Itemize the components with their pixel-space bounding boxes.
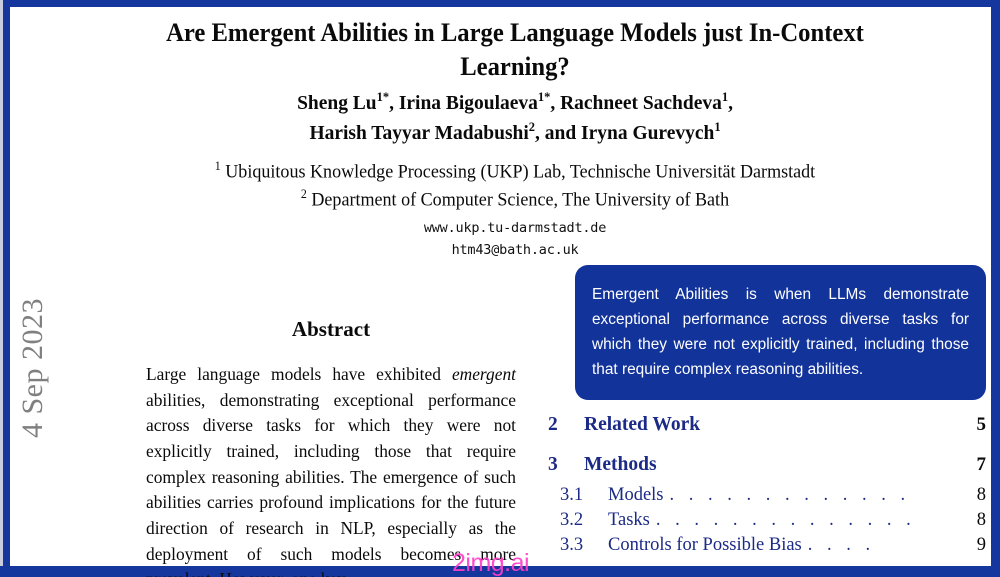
toc-entry-tasks[interactable]: 3.2 Tasks . . . . . . . . . . . . . . 8 [548,510,986,531]
toc-number: 3.2 [560,510,584,530]
author-list: Sheng Lu1*, Irina Bigoulaeva1*, Rachneet… [140,88,891,148]
author-rachneet-sachdeva: , Rachneet Sachdeva [550,91,722,114]
toc-spacer [548,445,986,454]
contact-block: www.ukp.tu-darmstadt.de htm43@bath.ac.uk [120,218,910,262]
frame-right-border [991,0,1000,577]
toc-dot-leader: . . . . . . . . . . . . . . [655,510,916,530]
abstract-heading: Abstract [291,317,371,341]
author-irina-bigoulaeva: , Irina Bigoulaeva [389,91,538,114]
paper-page: 4 Sep 2023 Are Emergent Abilities in Lar… [0,0,1000,577]
emergent-abilities-callout-box: Emergent Abilities is when LLMs demonstr… [575,265,986,400]
author-harish-tayyar-madabushi: Harish Tayyar Madabushi [309,121,529,144]
toc-number: 3.3 [560,535,584,555]
paper-title-line-1: Are Emergent Abilities in Large Language… [166,17,864,47]
toc-label: Tasks [608,510,650,530]
toc-label: Controls for Possible Bias [608,535,802,555]
toc-entry-related-work[interactable]: 2 Related Work 5 [548,414,986,436]
abstract-text-part-2: abilities, demonstrating exceptional per… [146,389,516,577]
toc-label: Models [608,485,664,505]
toc-entry-methods[interactable]: 3 Methods 7 [548,454,986,476]
affiliation-list: 1 Ubiquitous Knowledge Processing (UKP) … [140,158,891,213]
toc-page-number: 7 [976,454,987,475]
toc-entry-models[interactable]: 3.1 Models . . . . . . . . . . . . . 8 [548,485,986,506]
toc-number: 3.1 [560,485,584,505]
abstract-body: Large language models have exhibited eme… [146,362,516,577]
author-sheng-lu-affil-marker: 1* [376,89,390,104]
frame-top-border [3,0,1000,7]
author-line-1-trailing-comma: , [728,91,733,114]
affiliation-2-text: Department of Computer Science, The Univ… [306,188,730,210]
abstract-emphasis-emergent: emergent [451,364,516,384]
arxiv-date-stamp: 4 Sep 2023 [16,298,49,438]
author-iryna-gurevych: , and Iryna Gurevych [535,121,715,144]
toc-entry-controls-for-possible-bias[interactable]: 3.3 Controls for Possible Bias . . . . 9 [548,535,986,556]
abstract-text-part-1: Large language models have exhibited [146,364,452,384]
website-link[interactable]: www.ukp.tu-darmstadt.de [120,218,910,240]
toc-dot-leader: . . . . [807,535,876,555]
toc-dot-leader: . . . . . . . . . . . . . [669,485,911,505]
toc-page-number: 8 [976,510,986,530]
author-irina-bigoulaeva-affil-marker: 1* [537,89,551,104]
callout-text: Emergent Abilities is when LLMs demonstr… [592,286,969,378]
toc-label: Methods [584,454,657,475]
toc-page-number: 8 [976,485,986,505]
affiliation-1-text: Ubiquitous Knowledge Processing (UKP) La… [220,161,816,183]
author-sheng-lu: Sheng Lu [297,91,377,114]
toc-page-number: 9 [976,535,986,555]
author-iryna-gurevych-affil-marker: 1 [714,118,721,134]
toc-label: Related Work [584,414,701,435]
page-title: Are Emergent Abilities in Large Language… [148,16,883,84]
table-of-contents: 2 Related Work 5 3 Methods 7 3.1 Models … [548,414,986,560]
email-link[interactable]: htm43@bath.ac.uk [120,240,910,262]
toc-page-number: 5 [976,414,987,435]
toc-number: 2 [548,414,558,435]
paper-title-line-2: Learning? [460,50,570,81]
toc-number: 3 [548,454,558,475]
frame-left-border [3,0,10,577]
